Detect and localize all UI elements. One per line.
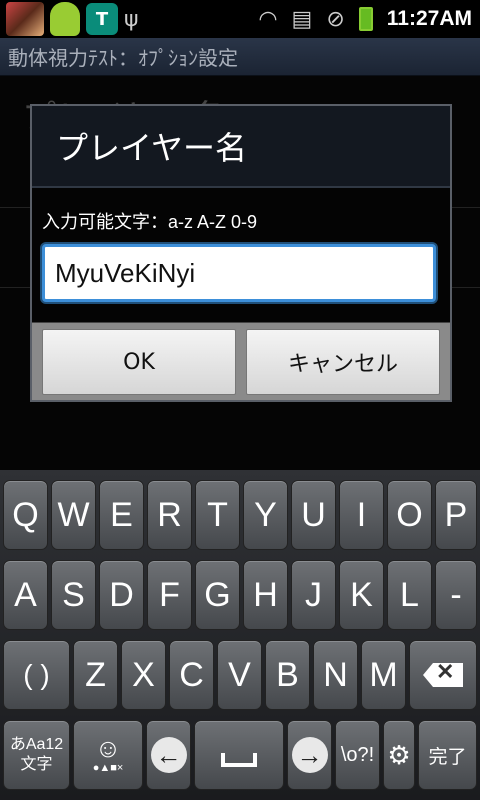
- key-z[interactable]: Z: [73, 640, 118, 710]
- key-label: R: [157, 495, 182, 534]
- cursor-left-key[interactable]: ←: [146, 720, 191, 790]
- key-o[interactable]: O: [387, 480, 432, 550]
- dialog-body: 入力可能文字：a-z A-Z 0-9 MyuVeKiNyi: [32, 188, 450, 322]
- key-label: B: [276, 655, 299, 694]
- android-icon: [50, 2, 80, 36]
- emoji-key-symbols: ●▲■×: [92, 762, 124, 774]
- settings-key[interactable]: ⚙: [383, 720, 415, 790]
- key-r[interactable]: R: [147, 480, 192, 550]
- key-q[interactable]: Q: [3, 480, 48, 550]
- no-sound-icon: ⊘: [326, 6, 345, 32]
- sd-card-icon: ▤: [291, 6, 313, 32]
- key-label: Z: [85, 655, 106, 694]
- key-n[interactable]: N: [313, 640, 358, 710]
- arrow-right-icon: →: [291, 737, 328, 773]
- key-label: F: [159, 575, 180, 614]
- key-label: ( ): [23, 659, 50, 690]
- key-label: G: [204, 575, 231, 614]
- backspace-key[interactable]: ✕: [409, 640, 477, 710]
- space-icon: [221, 753, 257, 767]
- key-label: I: [356, 495, 367, 534]
- key-p[interactable]: P: [435, 480, 477, 550]
- key-label: Q: [12, 495, 39, 534]
- key-hyphen[interactable]: -: [435, 560, 477, 630]
- key-a[interactable]: A: [3, 560, 48, 630]
- key-d[interactable]: D: [99, 560, 144, 630]
- key-parentheses[interactable]: ( ): [3, 640, 70, 710]
- wifi-icon: ◠: [258, 6, 278, 32]
- key-k[interactable]: K: [339, 560, 384, 630]
- key-label: Y: [254, 495, 277, 534]
- shield-app-icon: T: [86, 3, 118, 35]
- key-label: T: [207, 495, 228, 534]
- battery-charging-icon: [358, 7, 373, 31]
- key-y[interactable]: Y: [243, 480, 288, 550]
- key-label: L: [400, 575, 419, 614]
- key-label: 完了: [428, 746, 467, 768]
- key-f[interactable]: F: [147, 560, 192, 630]
- key-m[interactable]: M: [361, 640, 406, 710]
- dialog-title: プレイヤー名: [32, 106, 450, 188]
- backspace-icon: ✕: [423, 663, 463, 687]
- key-label: S: [62, 575, 85, 614]
- input-mode-bottom-label: 文字: [20, 756, 53, 773]
- key-x[interactable]: X: [121, 640, 166, 710]
- soft-keyboard: Q W E R T Y U I O P A S D F G H J K L - …: [0, 470, 480, 800]
- clock: 11:27AM: [386, 7, 472, 30]
- key-s[interactable]: S: [51, 560, 96, 630]
- cursor-right-key[interactable]: →: [287, 720, 332, 790]
- key-i[interactable]: I: [339, 480, 384, 550]
- player-name-input[interactable]: MyuVeKiNyi: [42, 244, 436, 302]
- key-h[interactable]: H: [243, 560, 288, 630]
- key-label: E: [110, 495, 133, 534]
- player-name-dialog: プレイヤー名 入力可能文字：a-z A-Z 0-9 MyuVeKiNyi OK …: [30, 104, 452, 402]
- app-title: 動体視力ﾃｽﾄ：ｵﾌﾟｼｮﾝ設定: [8, 46, 238, 70]
- key-label: C: [179, 655, 204, 694]
- key-label: V: [228, 655, 251, 694]
- key-t[interactable]: T: [195, 480, 240, 550]
- dialog-button-bar: OK キャンセル: [32, 322, 450, 400]
- key-label: K: [350, 575, 373, 614]
- key-v[interactable]: V: [217, 640, 262, 710]
- key-label: N: [323, 655, 348, 694]
- key-label: P: [444, 495, 468, 534]
- symbol-key[interactable]: \o?!: [335, 720, 380, 790]
- backspace-glyph: ✕: [436, 659, 455, 684]
- key-label: X: [132, 655, 155, 694]
- app-title-bar: 動体視力ﾃｽﾄ：ｵﾌﾟｼｮﾝ設定: [0, 38, 480, 76]
- ok-button[interactable]: OK: [42, 329, 236, 395]
- face-icon: ☺: [94, 733, 122, 763]
- space-key[interactable]: [194, 720, 284, 790]
- key-label: U: [301, 495, 326, 534]
- emoji-key[interactable]: ☺ ●▲■×: [73, 720, 143, 790]
- key-label: -: [450, 575, 462, 614]
- key-l[interactable]: L: [387, 560, 432, 630]
- allowed-chars-label: 入力可能文字：a-z A-Z 0-9: [42, 212, 258, 232]
- key-j[interactable]: J: [291, 560, 336, 630]
- key-label: W: [57, 495, 90, 534]
- key-b[interactable]: B: [265, 640, 310, 710]
- usb-icon: ψ: [124, 6, 139, 32]
- key-u[interactable]: U: [291, 480, 336, 550]
- key-label: A: [14, 575, 37, 614]
- status-bar: T ψ ◠ ▤ ⊘ 11:27AM: [0, 0, 480, 38]
- input-mode-key[interactable]: あAa12 文字: [3, 720, 70, 790]
- key-label: M: [369, 655, 398, 694]
- arrow-left-icon: ←: [150, 737, 187, 773]
- input-mode-top-label: あAa12: [9, 736, 64, 753]
- key-label: D: [109, 575, 134, 614]
- key-c[interactable]: C: [169, 640, 214, 710]
- cancel-button[interactable]: キャンセル: [246, 329, 440, 395]
- key-w[interactable]: W: [51, 480, 96, 550]
- key-label: \o?!: [340, 743, 375, 766]
- key-label: J: [305, 575, 322, 614]
- key-e[interactable]: E: [99, 480, 144, 550]
- key-g[interactable]: G: [195, 560, 240, 630]
- game-app-icon: [6, 2, 44, 36]
- done-key[interactable]: 完了: [418, 720, 477, 790]
- gear-icon: ⚙: [387, 739, 411, 770]
- key-label: O: [396, 495, 423, 534]
- key-label: H: [253, 575, 278, 614]
